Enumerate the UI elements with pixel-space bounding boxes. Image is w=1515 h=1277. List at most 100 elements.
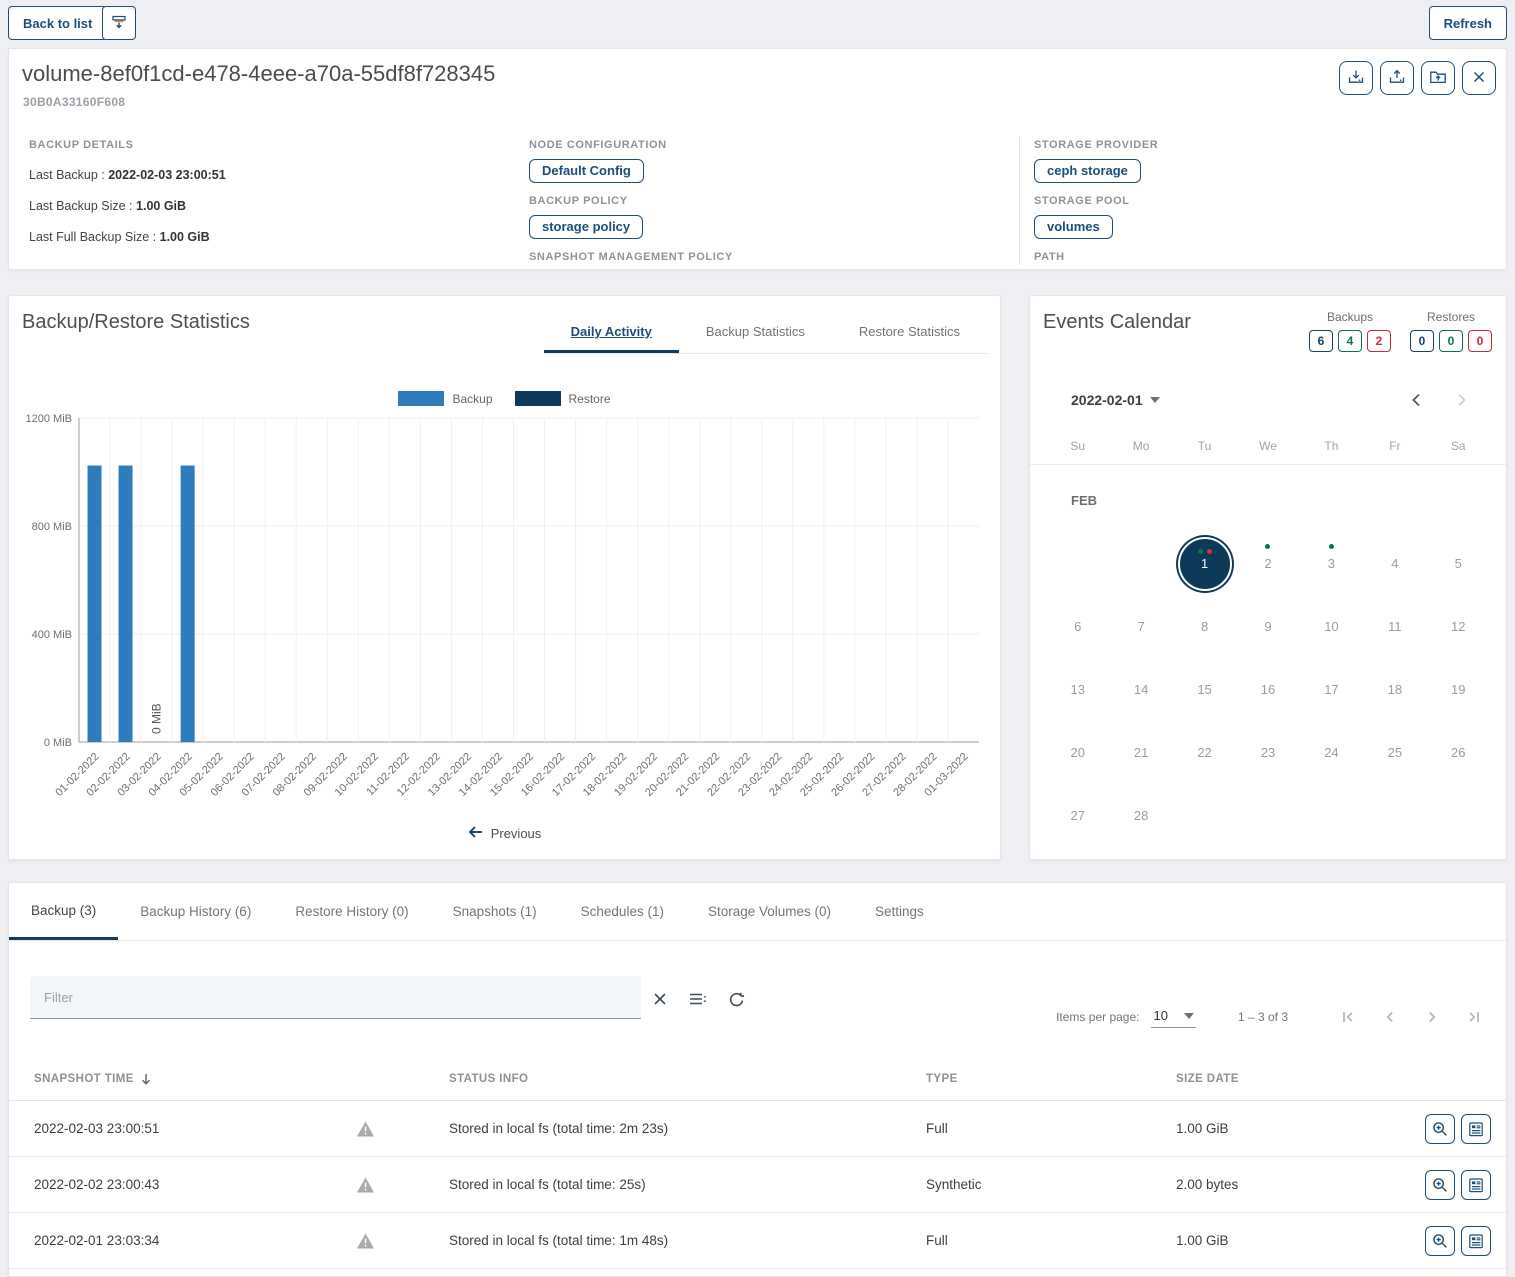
storage-provider-chip[interactable]: ceph storage (1034, 159, 1141, 183)
calendar-day-13[interactable]: 13 (1046, 658, 1109, 721)
storage-pool-chip[interactable]: volumes (1034, 215, 1113, 239)
calendar-day-16[interactable]: 16 (1236, 658, 1299, 721)
collapse-filter-icon (110, 13, 128, 34)
tab-restore-statistics[interactable]: Restore Statistics (832, 312, 987, 353)
calendar-day-25[interactable]: 25 (1363, 721, 1426, 784)
table-row[interactable]: 2022-02-01 23:03:34 Stored in local fs (… (9, 1213, 1506, 1269)
backup-policy-heading: BACKUP POLICY (529, 195, 1009, 207)
calendar-day-20[interactable]: 20 (1046, 721, 1109, 784)
calendar-day-empty (1363, 784, 1426, 847)
tab-snapshots-1[interactable]: Snapshots (1) (431, 883, 559, 940)
tab-storage-volumes-0[interactable]: Storage Volumes (0) (686, 883, 853, 940)
snapshot-time-cell: 2022-02-03 23:00:51 (34, 1121, 449, 1136)
view-contents-button[interactable] (1425, 1170, 1455, 1200)
clear-filter-button[interactable] (649, 988, 671, 1010)
calendar-day-24[interactable]: 24 (1300, 721, 1363, 784)
calendar-day-15[interactable]: 15 (1173, 658, 1236, 721)
last-backup-size: Last Backup Size : 1.00 GiB (29, 199, 499, 213)
report-button[interactable] (1461, 1226, 1491, 1256)
calendar-day-2[interactable]: 2 (1236, 532, 1299, 595)
calendar-day-11[interactable]: 11 (1363, 595, 1426, 658)
tab-settings[interactable]: Settings (853, 883, 946, 940)
report-icon (1467, 1176, 1485, 1194)
statistics-tabs: Daily ActivityBackup StatisticsRestore S… (544, 312, 987, 354)
calendar-day-18[interactable]: 18 (1363, 658, 1426, 721)
calendar-day-9[interactable]: 9 (1236, 595, 1299, 658)
tab-restore-history-0[interactable]: Restore History (0) (273, 883, 430, 940)
table-row[interactable]: 2022-02-03 23:00:51 Stored in local fs (… (9, 1101, 1506, 1157)
calendar-day-3[interactable]: 3 (1300, 532, 1363, 595)
calendar-day-6[interactable]: 6 (1046, 595, 1109, 658)
warning-triangle-icon (356, 1120, 375, 1137)
calendar-day-19[interactable]: 19 (1427, 658, 1490, 721)
filter-list-button[interactable] (686, 988, 710, 1010)
calendar-day-23[interactable]: 23 (1236, 721, 1299, 784)
calendar-day-28[interactable]: 28 (1109, 784, 1172, 847)
calendar-next-button[interactable] (1450, 389, 1472, 411)
table-row[interactable]: 2022-02-02 23:00:43 Stored in local fs (… (9, 1157, 1506, 1213)
calendar-day-8[interactable]: 8 (1173, 595, 1236, 658)
backup-button[interactable] (1339, 61, 1373, 95)
storage-pool-heading: STORAGE POOL (1034, 195, 1494, 207)
last-full-backup-size: Last Full Backup Size : 1.00 GiB (29, 230, 499, 244)
last-page-button[interactable] (1462, 1005, 1486, 1029)
calendar-day-10[interactable]: 10 (1300, 595, 1363, 658)
month-selector[interactable]: 2022-02-01 (1071, 392, 1160, 408)
calendar-prev-button[interactable] (1406, 389, 1428, 411)
filter-input[interactable] (30, 976, 641, 1018)
tab-backup-3[interactable]: Backup (3) (9, 883, 118, 940)
view-magnifier-icon (1431, 1176, 1449, 1194)
calendar-day-21[interactable]: 21 (1109, 721, 1172, 784)
header-type[interactable]: TYPE (926, 1073, 1176, 1085)
tab-backup-statistics[interactable]: Backup Statistics (679, 312, 832, 353)
restores-count-red: 0 (1468, 330, 1492, 352)
chart-previous-button[interactable]: Previous (9, 826, 1000, 841)
items-per-page-label: Items per page: (1056, 1010, 1139, 1024)
backup-details-heading: BACKUP DETAILS (29, 139, 499, 151)
calendar-day-7[interactable]: 7 (1109, 595, 1172, 658)
warning-triangle-icon (356, 1232, 375, 1249)
back-to-list-button[interactable]: Back to list (8, 6, 107, 40)
refresh-button[interactable]: Refresh (1429, 6, 1507, 40)
calendar-day-5[interactable]: 5 (1427, 532, 1490, 595)
green-event-dot (1265, 544, 1270, 549)
tab-schedules-1[interactable]: Schedules (1) (559, 883, 686, 940)
prev-page-button[interactable] (1378, 1005, 1402, 1029)
items-per-page-select[interactable]: 10 (1151, 1006, 1195, 1028)
report-button[interactable] (1461, 1170, 1491, 1200)
weekday-we: We (1236, 439, 1299, 464)
calendar-day-17[interactable]: 17 (1300, 658, 1363, 721)
backup-legend-swatch (398, 391, 444, 406)
header-status-info[interactable]: STATUS INFO (449, 1073, 926, 1085)
close-button[interactable] (1462, 61, 1496, 95)
header-size-date[interactable]: SIZE DATE (1176, 1073, 1409, 1085)
restore-button[interactable] (1380, 61, 1414, 95)
restore-to-folder-button[interactable] (1421, 61, 1455, 95)
row-actions (1425, 1114, 1491, 1144)
view-contents-button[interactable] (1425, 1226, 1455, 1256)
filter-list-icon (688, 990, 708, 1008)
last-backup: Last Backup : 2022-02-03 23:00:51 (29, 168, 499, 182)
calendar-day-12[interactable]: 12 (1427, 595, 1490, 658)
calendar-day-22[interactable]: 22 (1173, 721, 1236, 784)
backup-policy-chip[interactable]: storage policy (529, 215, 643, 239)
paginator: Items per page: 10 1 – 3 of 3 (1056, 1003, 1486, 1031)
calendar-day-14[interactable]: 14 (1109, 658, 1172, 721)
header-snapshot-time[interactable]: SNAPSHOT TIME (34, 1073, 449, 1086)
reload-table-button[interactable] (725, 988, 748, 1011)
calendar-day-1[interactable]: 1 (1173, 532, 1236, 595)
node-configuration-chip[interactable]: Default Config (529, 159, 644, 183)
tab-backup-history-6[interactable]: Backup History (6) (118, 883, 273, 940)
calendar-day-4[interactable]: 4 (1363, 532, 1426, 595)
view-contents-button[interactable] (1425, 1114, 1455, 1144)
collapse-filter-button[interactable] (102, 6, 136, 40)
report-button[interactable] (1461, 1114, 1491, 1144)
tab-daily-activity[interactable]: Daily Activity (544, 312, 679, 353)
restores-count-green: 0 (1439, 330, 1463, 352)
next-page-button[interactable] (1420, 1005, 1444, 1029)
first-page-button[interactable] (1336, 1005, 1360, 1029)
node-config-section: NODE CONFIGURATION Default Config BACKUP… (529, 139, 1009, 269)
chevron-right-icon (1450, 389, 1472, 411)
calendar-day-27[interactable]: 27 (1046, 784, 1109, 847)
calendar-day-26[interactable]: 26 (1427, 721, 1490, 784)
